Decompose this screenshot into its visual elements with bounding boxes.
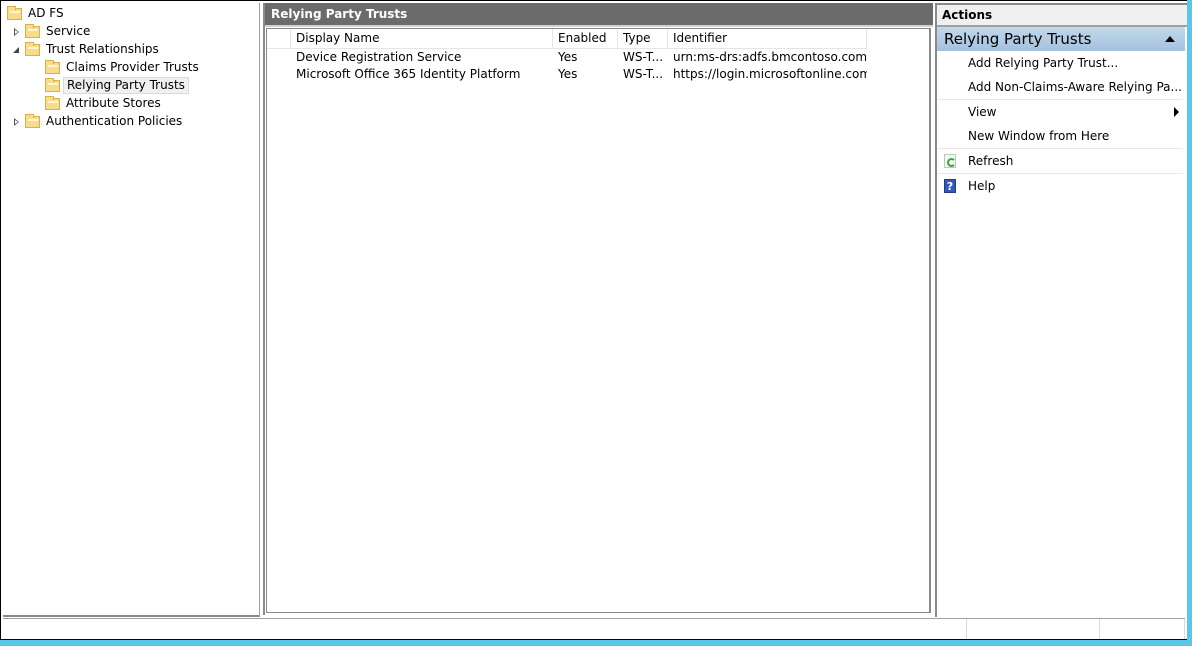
table-row[interactable]: Microsoft Office 365 Identity Platform Y… [267, 66, 867, 83]
tree-item-label: Relying Party Trusts [63, 77, 189, 94]
folder-icon [25, 23, 40, 38]
column-header-type[interactable]: Type [618, 29, 668, 48]
cell-enabled: Yes [558, 67, 578, 81]
status-segment-3 [1099, 619, 1185, 639]
tree-item-label: Service [46, 24, 91, 38]
status-bar [3, 618, 1185, 639]
folder-icon [45, 59, 60, 74]
results-pane-title: Relying Party Trusts [265, 3, 933, 27]
status-segment-main [3, 619, 966, 639]
tree-item-ad-fs[interactable]: AD FS [7, 5, 67, 22]
action-refresh[interactable]: Refresh [937, 149, 1183, 174]
results-pane: Relying Party Trusts Display Name Enable… [263, 3, 933, 615]
action-label: Add Non-Claims-Aware Relying Pa... [968, 80, 1182, 94]
cell-type: WS-T... [623, 67, 664, 81]
list-header: Display Name Enabled Type Identifier [267, 29, 867, 49]
folder-icon [45, 95, 60, 110]
collapse-icon[interactable] [12, 45, 22, 55]
relying-party-list: Display Name Enabled Type Identifier Dev… [266, 28, 931, 613]
tree-item-label: AD FS [28, 6, 64, 20]
refresh-icon [944, 154, 956, 168]
column-header-display-name[interactable]: Display Name [291, 29, 553, 48]
expand-icon[interactable] [12, 27, 22, 37]
actions-pane: Actions Relying Party Trusts Add Relying… [935, 3, 1187, 617]
cell-enabled: Yes [558, 50, 578, 64]
tree-item-authentication-policies[interactable]: Authentication Policies [12, 113, 185, 130]
tree-item-claims-provider-trusts[interactable]: Claims Provider Trusts [45, 59, 202, 76]
tree-item-label: Attribute Stores [66, 96, 161, 110]
tree-item-trust-relationships[interactable]: Trust Relationships [12, 41, 162, 58]
mmc-window: AD FS Service Trust Relationships Claims… [0, 0, 1187, 640]
action-label: View [968, 105, 997, 119]
cell-identifier: urn:ms-drs:adfs.bmcontoso.com [673, 50, 867, 64]
action-label: Help [968, 179, 996, 193]
status-segment-2 [966, 619, 1099, 639]
action-view[interactable]: View [937, 100, 1183, 124]
folder-icon [25, 113, 40, 128]
cell-type: WS-T... [623, 50, 664, 64]
action-help[interactable]: ? Help [937, 174, 1183, 198]
folder-icon [7, 5, 22, 20]
console-tree: AD FS Service Trust Relationships Claims… [3, 3, 260, 617]
tree-item-label: Trust Relationships [46, 42, 159, 56]
action-add-relying-party-trust[interactable]: Add Relying Party Trust... [937, 51, 1183, 75]
column-header-icon[interactable] [267, 29, 291, 48]
tree-item-relying-party-trusts[interactable]: Relying Party Trusts [45, 77, 189, 94]
action-label: Refresh [968, 154, 1014, 168]
tree-item-label: Authentication Policies [46, 114, 183, 128]
submenu-arrow-icon [1174, 107, 1179, 117]
action-add-non-claims-aware[interactable]: Add Non-Claims-Aware Relying Pa... [937, 75, 1183, 100]
cell-identifier: https://login.microsoftonline.com/ext... [673, 67, 867, 81]
table-row[interactable]: Device Registration Service Yes WS-T... … [267, 49, 867, 66]
collapse-arrow-icon[interactable] [1165, 36, 1175, 42]
cell-display-name: Microsoft Office 365 Identity Platform [296, 67, 521, 81]
folder-icon [45, 77, 60, 92]
tree-item-service[interactable]: Service [12, 23, 93, 40]
folder-icon [25, 41, 40, 56]
help-icon: ? [944, 179, 956, 193]
cell-display-name: Device Registration Service [296, 50, 462, 64]
column-header-enabled[interactable]: Enabled [553, 29, 618, 48]
actions-section-header[interactable]: Relying Party Trusts [937, 27, 1185, 51]
expand-icon[interactable] [12, 117, 22, 127]
tree-item-attribute-stores[interactable]: Attribute Stores [45, 95, 164, 112]
actions-section-label: Relying Party Trusts [944, 30, 1092, 48]
actions-title: Actions [937, 5, 1187, 27]
action-label: New Window from Here [968, 129, 1110, 143]
action-label: Add Relying Party Trust... [968, 56, 1119, 70]
tree-item-label: Claims Provider Trusts [66, 60, 199, 74]
action-new-window[interactable]: New Window from Here [937, 124, 1183, 149]
column-header-identifier[interactable]: Identifier [668, 29, 867, 48]
